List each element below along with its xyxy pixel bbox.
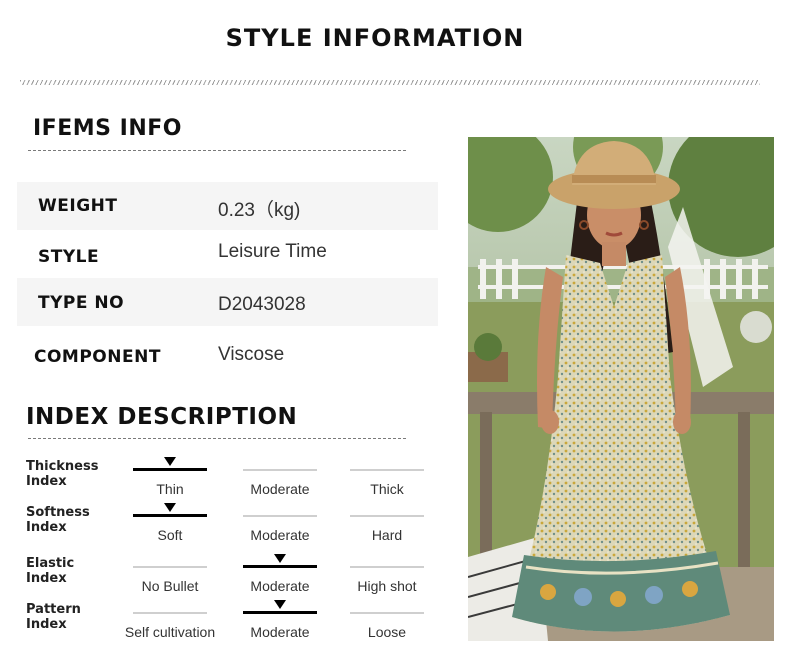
info-value: D2043028	[218, 294, 306, 315]
index-row: Pattern Index Self cultivation Moderate Loos…	[26, 600, 426, 646]
scale-option-label: Moderate	[250, 481, 310, 497]
index-label: Thickness Index	[26, 459, 98, 489]
scale-bar	[133, 566, 207, 568]
scale-bar	[243, 611, 317, 614]
items-info-table: WEIGHT 0.23（kg) STYLE Leisure Time TYPE …	[17, 182, 438, 374]
index-label-line2: Index	[26, 474, 67, 489]
header-divider	[20, 80, 760, 85]
scale-bar	[350, 566, 424, 568]
info-value: Leisure Time	[218, 241, 327, 262]
product-photo	[468, 137, 774, 641]
scale-bar	[243, 469, 317, 471]
scale-option-label: Moderate	[250, 624, 310, 640]
info-value: Viscose	[218, 344, 285, 365]
index-label-line1: Elastic	[26, 556, 75, 571]
selected-marker-icon	[274, 600, 286, 609]
index-label-line1: Thickness	[26, 459, 99, 474]
info-key: TYPE NO	[38, 293, 125, 313]
scale-option-label: Self cultivation	[124, 624, 216, 640]
index-row: Softness Index Soft Moderate Hard	[26, 503, 426, 549]
scale-option-label: Thick	[370, 481, 404, 497]
scale-bar	[133, 612, 207, 614]
scale-bar	[350, 612, 424, 614]
index-description-divider	[28, 438, 406, 439]
info-row-component: COMPONENT Viscose	[17, 326, 438, 374]
scale-option-label: Soft	[157, 527, 183, 543]
info-row-type-no: TYPE NO D2043028	[17, 278, 438, 326]
scale-bar	[243, 565, 317, 568]
info-key: STYLE	[38, 247, 100, 267]
info-row-style: STYLE Leisure Time	[17, 230, 438, 278]
index-label-line1: Pattern	[26, 602, 81, 617]
index-description-title: INDEX DESCRIPTION	[26, 404, 298, 430]
scale-option: High shot	[350, 554, 460, 600]
scale-option: Hard	[350, 503, 460, 549]
items-info-divider	[28, 150, 406, 151]
scale-option-label: High shot	[357, 578, 417, 594]
info-value: 0.23（kg)	[218, 200, 301, 221]
scale-option-label: Moderate	[250, 578, 310, 594]
index-label: Softness Index	[26, 505, 90, 535]
index-label-line2: Index	[26, 571, 67, 586]
scale-option-label: Loose	[367, 624, 407, 640]
items-info-title: IFEMS INFO	[33, 116, 182, 141]
index-row: Elastic Index No Bullet Moderate High shot	[26, 554, 426, 600]
selected-marker-icon	[164, 503, 176, 512]
index-row: Thickness Index Thin Moderate Thick	[26, 457, 426, 503]
index-label-line2: Index	[26, 617, 67, 632]
info-key: WEIGHT	[38, 196, 118, 216]
index-label: Elastic Index	[26, 556, 74, 586]
index-label: Pattern Index	[26, 602, 81, 632]
scale-bar	[133, 468, 207, 471]
selected-marker-icon	[164, 457, 176, 466]
scale-option: Loose	[350, 600, 460, 646]
index-label-line2: Index	[26, 520, 67, 535]
scale-option-label: Thin	[156, 481, 184, 497]
scale-option: Thick	[350, 457, 460, 503]
selected-marker-icon	[274, 554, 286, 563]
page-title: STYLE INFORMATION	[225, 24, 525, 52]
info-key: COMPONENT	[34, 347, 161, 367]
scale-bar	[133, 514, 207, 517]
scale-bar	[350, 469, 424, 471]
scale-option-label: Hard	[371, 527, 403, 543]
index-label-line1: Softness	[26, 505, 90, 520]
info-row-weight: WEIGHT 0.23（kg)	[17, 182, 438, 230]
scale-bar	[350, 515, 424, 517]
scale-bar	[243, 515, 317, 517]
scale-option-label: Moderate	[250, 527, 310, 543]
scale-option-label: No Bullet	[141, 578, 199, 594]
